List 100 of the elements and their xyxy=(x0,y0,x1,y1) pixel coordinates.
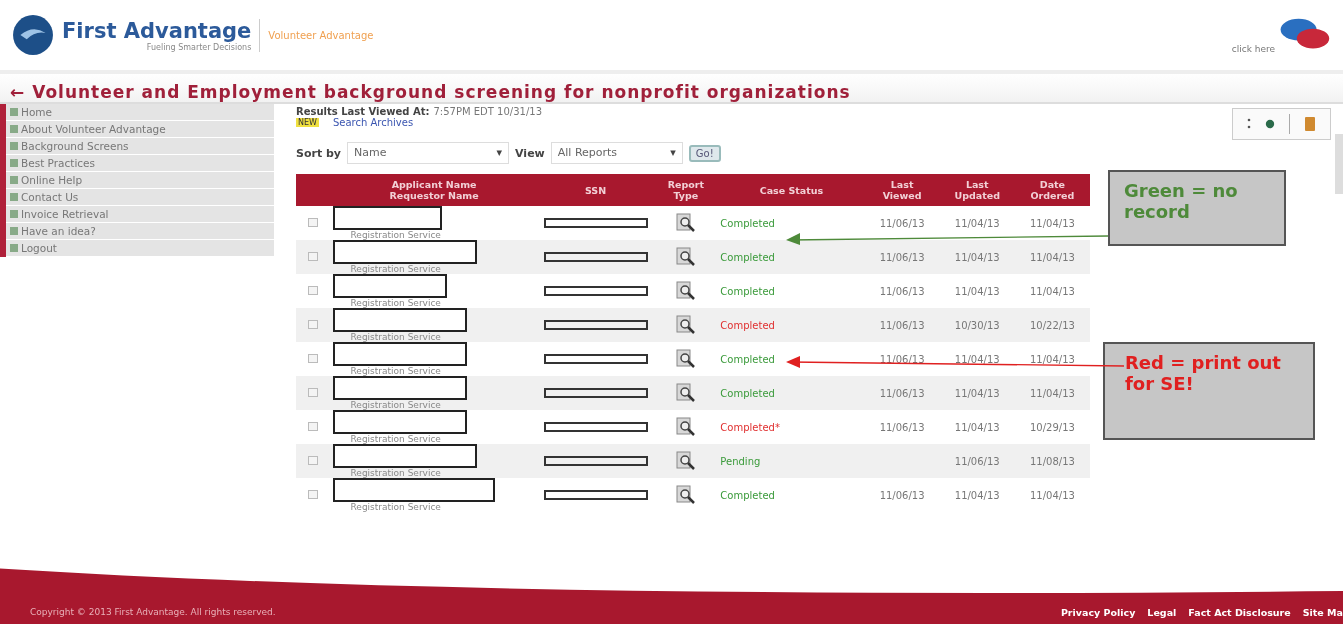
circle-icon[interactable] xyxy=(1265,119,1275,129)
checkbox[interactable] xyxy=(308,217,319,227)
column-header: Date Ordered xyxy=(1014,174,1090,206)
checkbox[interactable] xyxy=(308,455,319,465)
table-cell: 11/04/13 xyxy=(954,285,1000,297)
case-status[interactable]: Completed xyxy=(720,489,775,501)
table-cell: 11/06/13 xyxy=(879,353,925,365)
table-cell: 11/04/13 xyxy=(1029,387,1075,399)
brand-name: First Advantage xyxy=(62,18,252,43)
sidebar-item[interactable]: Home xyxy=(6,104,274,121)
banner-title: ← Volunteer and Employment background screening for nonprofit organizations xyxy=(10,82,851,102)
footer-link[interactable]: Privacy Policy xyxy=(1060,606,1136,618)
table-cell: 11/04/13 xyxy=(1029,285,1075,297)
case-status[interactable]: Completed xyxy=(720,353,775,365)
results-time: 7:57PM EDT 10/31/13 xyxy=(433,106,542,117)
table-cell: 11/04/13 xyxy=(1029,489,1075,501)
table-cell: 11/06/13 xyxy=(954,455,1000,467)
table-cell: 11/06/13 xyxy=(879,285,925,297)
table-cell: 11/04/13 xyxy=(1029,353,1075,365)
table-cell: 11/04/13 xyxy=(1029,251,1075,263)
caret-icon: ▾ xyxy=(496,146,503,160)
view-label: View xyxy=(515,146,545,160)
table-cell: 11/04/13 xyxy=(954,353,1000,365)
column-header: Applicant Name Requestor Name xyxy=(330,174,538,206)
magnifier-report-icon[interactable] xyxy=(675,281,696,301)
scrollbar[interactable] xyxy=(1335,134,1343,194)
sidebar-item[interactable]: About Volunteer Advantage xyxy=(6,121,274,138)
sidebar-item[interactable]: Online Help xyxy=(6,172,274,189)
magnifier-report-icon[interactable] xyxy=(675,213,696,233)
table-cell: Registration Service xyxy=(350,366,441,376)
table-cell: 10/30/13 xyxy=(954,319,1000,331)
magnifier-report-icon[interactable] xyxy=(675,315,696,335)
copyright-text: Copyright © 2013 First Advantage. All rights reserved. xyxy=(30,607,276,617)
chat-link[interactable]: click here xyxy=(1231,44,1275,54)
brand-tagline: Fueling Smarter Decisions xyxy=(146,42,252,52)
product-name: Volunteer Advantage xyxy=(268,29,374,41)
table-cell: 10/29/13 xyxy=(1029,421,1075,433)
magnifier-report-icon[interactable] xyxy=(675,383,696,403)
checkbox[interactable] xyxy=(308,319,319,329)
case-status[interactable]: Completed xyxy=(720,319,775,331)
checkbox[interactable] xyxy=(308,387,319,397)
table-cell: 11/06/13 xyxy=(879,421,925,433)
caret-icon: ▾ xyxy=(670,146,676,160)
case-status[interactable]: Pending xyxy=(720,455,761,467)
magnifier-report-icon[interactable] xyxy=(675,485,696,505)
table-cell: 11/06/13 xyxy=(879,319,925,331)
column-header: Report Type xyxy=(653,174,719,206)
globe-logo-icon xyxy=(12,14,54,56)
table-cell: Registration Service xyxy=(350,434,441,444)
table-cell: 11/06/13 xyxy=(879,489,925,501)
column-header: Case Status xyxy=(718,174,865,206)
sidebar-item[interactable]: Contact Us xyxy=(6,189,274,206)
checkbox[interactable] xyxy=(308,251,319,261)
case-status[interactable]: Completed xyxy=(720,251,775,263)
new-badge: NEW xyxy=(296,118,319,127)
sidebar-item[interactable]: Logout xyxy=(6,240,274,257)
table-cell: 11/06/13 xyxy=(879,387,925,399)
footer-link[interactable]: Site Ma xyxy=(1302,606,1343,618)
checkbox[interactable] xyxy=(308,353,319,363)
sidebar-item[interactable]: Best Practices xyxy=(6,155,274,172)
checkbox[interactable] xyxy=(308,489,319,499)
sort-label: Sort by xyxy=(296,146,342,160)
case-status[interactable]: Completed xyxy=(720,285,775,297)
table-cell: 11/04/13 xyxy=(954,217,1000,229)
table-cell: Registration Service xyxy=(350,264,441,274)
table-cell: Registration Service xyxy=(350,400,441,410)
table-cell: 11/08/13 xyxy=(1029,455,1075,467)
magnifier-report-icon[interactable] xyxy=(675,247,696,267)
view-dropdown[interactable]: All Reports ▾ xyxy=(550,142,683,164)
sidebar-item[interactable]: Background Screens xyxy=(6,138,274,155)
book-icon[interactable] xyxy=(1304,116,1316,132)
checkbox[interactable] xyxy=(308,285,319,295)
table-cell: 11/06/13 xyxy=(879,217,925,229)
table-cell: Registration Service xyxy=(350,332,441,342)
go-button[interactable]: Go! xyxy=(688,144,721,162)
footer-link[interactable]: Fact Act Disclosure xyxy=(1188,606,1291,618)
callout-text: Red = print out for SE! xyxy=(1125,352,1281,394)
magnifier-report-icon[interactable] xyxy=(675,451,696,471)
footer-link[interactable]: Legal xyxy=(1147,606,1177,618)
magnifier-report-icon[interactable] xyxy=(675,417,696,437)
table-cell: Registration Service xyxy=(350,468,441,478)
sidebar-item[interactable]: Invoice Retrieval xyxy=(6,206,274,223)
table-cell: 11/04/13 xyxy=(954,387,1000,399)
table-cell: 11/04/13 xyxy=(954,421,1000,433)
table-cell: 11/04/13 xyxy=(954,251,1000,263)
table-cell: 11/06/13 xyxy=(879,251,925,263)
column-header: Last Viewed xyxy=(864,174,940,206)
case-status[interactable]: Completed xyxy=(720,217,775,229)
case-status[interactable]: Completed xyxy=(720,387,775,399)
column-header: SSN xyxy=(537,174,654,206)
table-cell: 11/04/13 xyxy=(954,489,1000,501)
magnifier-report-icon[interactable] xyxy=(675,349,696,369)
results-label: Results Last Viewed At: xyxy=(296,106,430,117)
sort-dropdown[interactable]: Name ▾ xyxy=(347,142,510,164)
table-cell: 10/22/13 xyxy=(1029,319,1075,331)
case-status[interactable]: Completed* xyxy=(720,421,780,433)
table-cell: Registration Service xyxy=(350,502,441,512)
sidebar-item[interactable]: Have an idea? xyxy=(6,223,274,240)
search-archives-link[interactable]: Search Archives xyxy=(332,117,414,128)
checkbox[interactable] xyxy=(308,421,319,431)
